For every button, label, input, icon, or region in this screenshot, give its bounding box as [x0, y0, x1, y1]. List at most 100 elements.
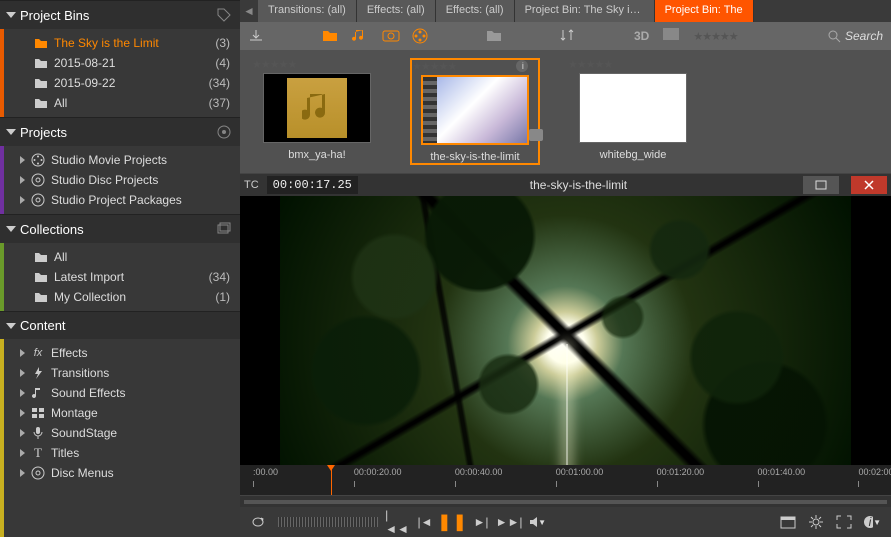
- sidebar-item[interactable]: TTitles: [4, 443, 240, 463]
- thumbnail[interactable]: ★★★★★i the-sky-is-the-limit: [410, 58, 540, 165]
- sidebar-item[interactable]: My Collection(1): [4, 287, 240, 307]
- maximize-button[interactable]: [803, 176, 839, 194]
- sidebar-item[interactable]: Latest Import(34): [4, 267, 240, 287]
- thumbnail-image: [579, 73, 687, 143]
- pause-button[interactable]: ❚❚: [444, 513, 462, 531]
- prev-frame-button[interactable]: |◄: [416, 513, 434, 531]
- sidebar-item[interactable]: 2015-08-21(4): [4, 53, 240, 73]
- loop-button[interactable]: [250, 513, 268, 531]
- expand-arrow-icon: [20, 156, 25, 164]
- disc-icon: [31, 173, 45, 187]
- sidebar-item[interactable]: Sound Effects: [4, 383, 240, 403]
- player-header: TC 00:00:17.25 the-sky-is-the-limit: [240, 174, 891, 196]
- thumbnail[interactable]: ★★★★★bmx_ya-ha!: [252, 58, 382, 165]
- main-area: ◄ Transitions: (all)Effects: (all)Effect…: [240, 0, 891, 537]
- tag-icon[interactable]: [216, 7, 232, 23]
- go-start-button[interactable]: |◄◄: [388, 513, 406, 531]
- expand-icon: [6, 129, 16, 135]
- bolt-icon: [31, 366, 45, 380]
- sidebar-item[interactable]: Studio Disc Projects: [4, 170, 240, 190]
- thumbnail-caption: the-sky-is-the-limit: [430, 151, 519, 163]
- sidebar-item[interactable]: Studio Project Packages: [4, 190, 240, 210]
- volume-button[interactable]: ▼: [528, 513, 546, 531]
- info-button[interactable]: i▼: [863, 513, 881, 531]
- expand-arrow-icon: [20, 176, 25, 184]
- folder-icon: [34, 250, 48, 264]
- tab[interactable]: Project Bin: The Sky is th…: [515, 0, 655, 22]
- folder-icon: [34, 96, 48, 110]
- tab[interactable]: Project Bin: The: [655, 0, 754, 22]
- tab[interactable]: Effects: (all): [357, 0, 436, 22]
- next-frame-button[interactable]: ►|: [472, 513, 490, 531]
- item-label: Transitions: [51, 366, 230, 380]
- stack-icon[interactable]: [216, 221, 232, 237]
- close-button[interactable]: [851, 176, 887, 194]
- settings-button[interactable]: [807, 513, 825, 531]
- tab[interactable]: Effects: (all): [436, 0, 515, 22]
- tab-bar: ◄ Transitions: (all)Effects: (all)Effect…: [240, 0, 891, 22]
- timeline-tick: 00:00:40.00: [455, 467, 503, 477]
- sidebar-item[interactable]: All: [4, 247, 240, 267]
- section-project-bins[interactable]: Project Bins: [0, 0, 240, 29]
- note-icon: [31, 386, 45, 400]
- snapshot-button[interactable]: [779, 513, 797, 531]
- montage-icon: [31, 406, 45, 420]
- sort-icon[interactable]: [560, 28, 576, 44]
- music-icon[interactable]: [352, 28, 368, 44]
- browser-toolbar: 3D ★★★★★ Search: [240, 22, 891, 50]
- item-label: Studio Movie Projects: [51, 153, 230, 167]
- folder-icon: [34, 56, 48, 70]
- timecode[interactable]: 00:00:17.25: [267, 176, 358, 194]
- section-title: Collections: [20, 222, 216, 237]
- search-box[interactable]: Search: [827, 29, 883, 43]
- item-label: All: [54, 96, 209, 110]
- expand-arrow-icon: [20, 409, 25, 417]
- expand-arrow-icon: [20, 449, 25, 457]
- reel-icon[interactable]: [412, 28, 428, 44]
- timeline-ruler[interactable]: :00.0000:00:20.0000:00:40.0000:01:00.000…: [240, 465, 891, 495]
- rating-filter[interactable]: ★★★★★: [693, 30, 737, 43]
- player-title: the-sky-is-the-limit: [366, 178, 791, 192]
- sidebar-item[interactable]: The Sky is the Limit(3): [4, 33, 240, 53]
- expand-icon: [6, 226, 16, 232]
- sidebar-item[interactable]: All(37): [4, 93, 240, 113]
- disc-icon: [31, 193, 45, 207]
- tab-scroll-left[interactable]: ◄: [240, 0, 258, 22]
- go-end-button[interactable]: ►►|: [500, 513, 518, 531]
- rating-stars[interactable]: ★★★★★i: [412, 60, 528, 73]
- folder-icon: [34, 270, 48, 284]
- reel-icon[interactable]: [216, 124, 232, 140]
- scrub-bar[interactable]: [240, 495, 891, 507]
- expand-arrow-icon: [20, 369, 25, 377]
- timeline-tick: :00.00: [253, 467, 278, 477]
- sidebar-item[interactable]: Montage: [4, 403, 240, 423]
- sidebar-item[interactable]: Disc Menus: [4, 463, 240, 483]
- section-projects[interactable]: Projects: [0, 117, 240, 146]
- tab[interactable]: Transitions: (all): [258, 0, 357, 22]
- camera-icon[interactable]: [382, 28, 398, 44]
- item-label: Studio Disc Projects: [51, 173, 230, 187]
- import-icon[interactable]: [248, 28, 264, 44]
- item-count: (4): [215, 56, 230, 70]
- search-placeholder: Search: [845, 29, 883, 43]
- fullscreen-button[interactable]: [835, 513, 853, 531]
- thumbnail[interactable]: ★★★★★whitebg_wide: [568, 58, 698, 165]
- folder-icon[interactable]: [322, 28, 338, 44]
- sidebar-item[interactable]: SoundStage: [4, 423, 240, 443]
- 3d-toggle[interactable]: 3D: [634, 29, 649, 43]
- sidebar-item[interactable]: 2015-09-22(34): [4, 73, 240, 93]
- folder-grey-icon[interactable]: [486, 28, 502, 44]
- rating-stars[interactable]: ★★★★★: [252, 58, 296, 71]
- sidebar-item[interactable]: Studio Movie Projects: [4, 150, 240, 170]
- sidebar-item[interactable]: Transitions: [4, 363, 240, 383]
- section-collections[interactable]: Collections: [0, 214, 240, 243]
- sidebar-item[interactable]: fxEffects: [4, 343, 240, 363]
- shuttle-control[interactable]: [278, 517, 378, 527]
- playhead[interactable]: [331, 465, 332, 495]
- section-content[interactable]: Content: [0, 311, 240, 339]
- folder-icon: [34, 36, 48, 50]
- rating-stars[interactable]: ★★★★★: [568, 58, 612, 71]
- tc-label: TC: [244, 179, 259, 191]
- view-icon[interactable]: [663, 28, 679, 44]
- video-viewport[interactable]: [280, 196, 851, 465]
